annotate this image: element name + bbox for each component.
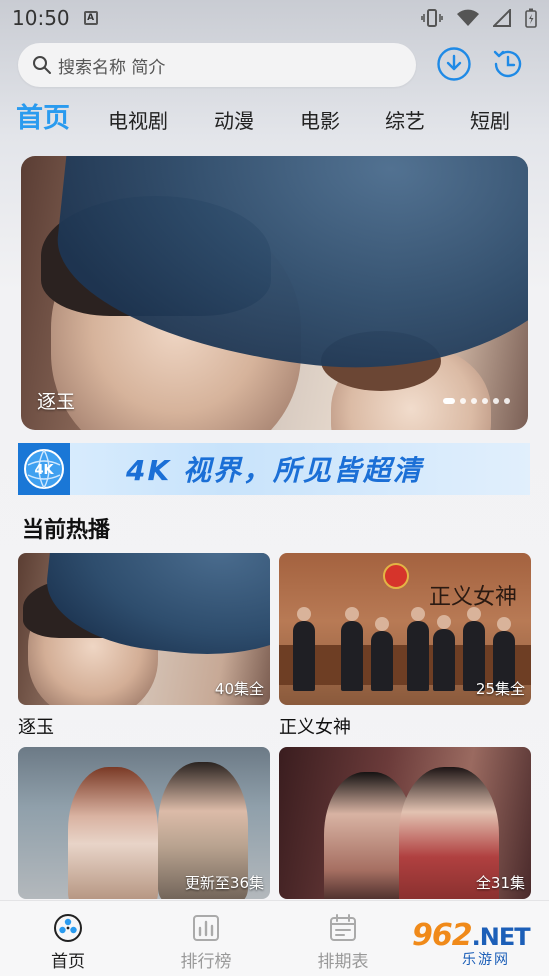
- media-card[interactable]: 更新至36集: [18, 747, 270, 899]
- search-row: 搜索名称 简介: [18, 42, 533, 88]
- nav-label: 排期表: [317, 952, 369, 972]
- carousel-dot[interactable]: [460, 398, 466, 404]
- watermark-number: 962: [412, 918, 473, 953]
- globe-4k-icon: 4K: [18, 443, 70, 495]
- tab-anime[interactable]: 动漫: [214, 105, 254, 134]
- poster-image: 40集全: [18, 553, 270, 705]
- vibrate-icon: [421, 9, 443, 27]
- watermark-logo: 962.NET 乐游网: [412, 918, 542, 974]
- promo-banner-4k[interactable]: 4K 4K 视界，所见皆超清: [18, 443, 530, 495]
- category-tabs: 首页 电视剧 动漫 电影 综艺 短剧: [0, 98, 549, 140]
- history-icon[interactable]: [490, 46, 526, 82]
- section-title: 当前热播: [22, 518, 111, 543]
- nav-home[interactable]: 首页: [28, 913, 108, 972]
- status-time: 10:50: [12, 6, 70, 30]
- calendar-icon: [330, 914, 356, 941]
- status-bar: 10:50 A: [0, 0, 549, 36]
- signal-icon: [493, 9, 511, 27]
- notification-icon: A: [83, 11, 98, 25]
- search-icon: [33, 56, 51, 74]
- poster-image: 更新至36集: [18, 747, 270, 899]
- download-icon[interactable]: [436, 46, 472, 82]
- nav-schedule[interactable]: 排期表: [303, 913, 383, 972]
- promo-text: 4K 视界，所见皆超清: [126, 454, 423, 487]
- media-card[interactable]: 40集全 逐玉: [18, 553, 270, 739]
- watermark-net: .NET: [471, 923, 531, 951]
- tab-movie[interactable]: 电影: [300, 105, 340, 134]
- nav-ranking[interactable]: 排行榜: [166, 913, 246, 972]
- nav-label: 首页: [51, 952, 85, 972]
- watermark-sub: 乐游网: [462, 952, 510, 968]
- court-emblem-icon: [383, 563, 409, 589]
- status-icons: [421, 8, 537, 28]
- card-title: 逐玉: [18, 717, 54, 738]
- media-card[interactable]: 正义女神 25集全 正义女神: [279, 553, 531, 739]
- ranking-chart-icon: [193, 915, 219, 941]
- episode-badge: 更新至36集: [184, 874, 264, 892]
- banner-carousel[interactable]: 逐玉: [21, 156, 528, 430]
- nav-label: 排行榜: [180, 952, 232, 972]
- tab-variety[interactable]: 综艺: [385, 105, 425, 134]
- episode-badge: 25集全: [475, 680, 525, 698]
- search-placeholder: 搜索名称 简介: [58, 57, 166, 78]
- tab-short-drama[interactable]: 短剧: [470, 105, 510, 134]
- tab-tv-series[interactable]: 电视剧: [108, 105, 168, 134]
- banner-title: 逐玉: [37, 391, 76, 413]
- home-film-reel-icon: [54, 914, 82, 942]
- episode-badge: 40集全: [214, 680, 264, 698]
- svg-text:4K: 4K: [34, 463, 54, 478]
- poster-image: 全31集: [279, 747, 531, 899]
- carousel-dot[interactable]: [493, 398, 499, 404]
- carousel-dot[interactable]: [471, 398, 477, 404]
- wifi-icon: [457, 9, 479, 26]
- carousel-dot[interactable]: [443, 398, 455, 404]
- battery-icon: [525, 8, 537, 28]
- poster-image: 正义女神 25集全: [279, 553, 531, 705]
- search-input[interactable]: 搜索名称 简介: [18, 43, 416, 87]
- carousel-dot[interactable]: [482, 398, 488, 404]
- carousel-dot[interactable]: [504, 398, 510, 404]
- episode-badge: 全31集: [475, 874, 525, 892]
- media-card[interactable]: 全31集: [279, 747, 531, 899]
- carousel-indicator: [443, 398, 510, 404]
- tab-home[interactable]: 首页: [16, 96, 70, 135]
- card-title: 正义女神: [279, 717, 351, 738]
